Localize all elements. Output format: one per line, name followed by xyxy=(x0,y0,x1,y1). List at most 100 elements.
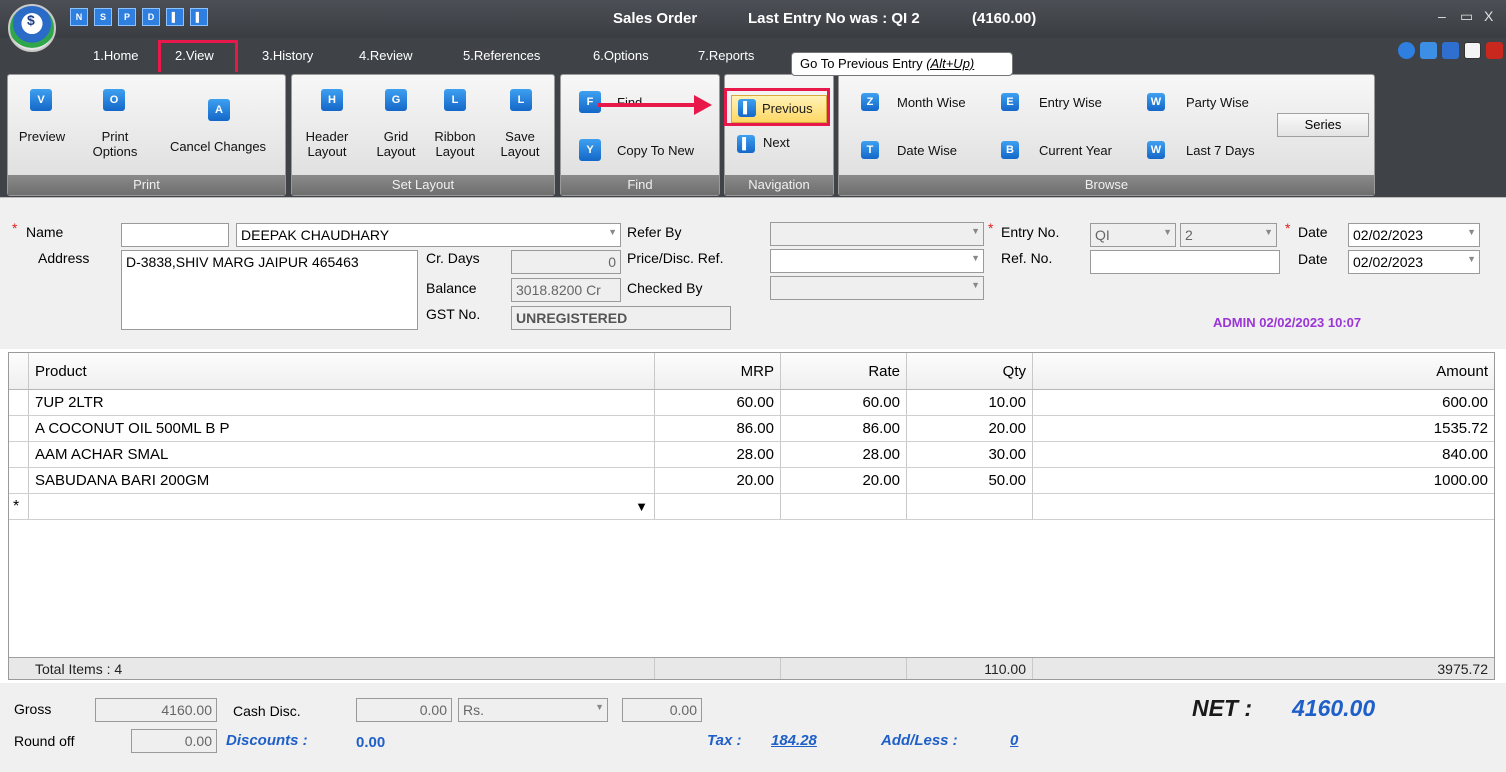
date-field[interactable]: 02/02/2023 ▼ xyxy=(1348,223,1480,247)
entry-wise-button[interactable]: Entry Wise xyxy=(1039,95,1102,110)
minimize-button[interactable]: – xyxy=(1438,8,1446,24)
mrp-cell[interactable]: 60.00 xyxy=(655,390,781,415)
rate-cell[interactable]: 86.00 xyxy=(781,416,907,441)
product-cell[interactable]: A COCONUT OIL 500ML B P xyxy=(29,416,655,441)
product-cell[interactable]: AAM ACHAR SMAL xyxy=(29,442,655,467)
tab-home[interactable]: 1.Home xyxy=(93,48,139,63)
chevron-down-icon: ▼ xyxy=(1163,227,1172,237)
tab-history[interactable]: 3.History xyxy=(262,48,313,63)
calculator-icon[interactable] xyxy=(1420,42,1437,59)
qty-cell[interactable]: 10.00 xyxy=(907,390,1033,415)
checked-by-field[interactable]: ▼ xyxy=(770,276,984,300)
qty-cell[interactable]: 20.00 xyxy=(907,416,1033,441)
refer-by-field[interactable]: ▼ xyxy=(770,222,984,246)
current-year-button[interactable]: Current Year xyxy=(1039,143,1112,158)
quick-next-icon[interactable]: ▌ xyxy=(190,8,208,26)
save-layout-button[interactable]: Save Layout xyxy=(490,129,550,159)
amount-cell[interactable]: 840.00 xyxy=(1033,442,1494,467)
row-selector[interactable] xyxy=(9,416,29,441)
discounts-link[interactable]: Discounts : xyxy=(226,732,308,749)
party-wise-button[interactable]: Party Wise xyxy=(1186,95,1249,110)
chevron-down-icon: ▼ xyxy=(1467,227,1476,237)
copy-to-new-button[interactable]: Copy To New xyxy=(617,143,694,158)
tax-link[interactable]: 184.28 xyxy=(771,732,817,749)
chevron-down-icon: ▼ xyxy=(971,226,980,236)
quick-save-icon[interactable]: S xyxy=(94,8,112,26)
cr-days-field[interactable]: 0 xyxy=(511,250,621,274)
col-mrp[interactable]: MRP xyxy=(655,353,781,389)
new-qty-cell[interactable] xyxy=(907,494,1033,519)
mrp-cell[interactable]: 28.00 xyxy=(655,442,781,467)
grid-layout-line2: Layout xyxy=(376,144,416,159)
row-selector[interactable] xyxy=(9,390,29,415)
info-icon[interactable] xyxy=(1442,42,1459,59)
amount-cell[interactable]: 1000.00 xyxy=(1033,468,1494,493)
rate-cell[interactable]: 28.00 xyxy=(781,442,907,467)
row-selector[interactable] xyxy=(9,468,29,493)
new-rate-cell[interactable] xyxy=(781,494,907,519)
cancel-changes-button[interactable]: Cancel Changes xyxy=(158,139,278,154)
col-qty[interactable]: Qty xyxy=(907,353,1033,389)
month-wise-button[interactable]: Month Wise xyxy=(897,95,966,110)
last-7-days-button[interactable]: Last 7 Days xyxy=(1186,143,1255,158)
quick-new-icon[interactable]: N xyxy=(70,8,88,26)
quick-delete-icon[interactable]: D xyxy=(142,8,160,26)
grid-layout-button[interactable]: Grid Layout xyxy=(367,129,425,159)
document-icon[interactable] xyxy=(1464,42,1481,59)
col-rate[interactable]: Rate xyxy=(781,353,907,389)
date2-field[interactable]: 02/02/2023 ▼ xyxy=(1348,250,1480,274)
date-wise-button[interactable]: Date Wise xyxy=(897,143,957,158)
col-amount[interactable]: Amount xyxy=(1033,353,1494,389)
quick-print-icon[interactable]: P xyxy=(118,8,136,26)
qty-cell[interactable]: 30.00 xyxy=(907,442,1033,467)
product-cell[interactable]: SABUDANA BARI 200GM xyxy=(29,468,655,493)
table-row[interactable]: AAM ACHAR SMAL 28.00 28.00 30.00 840.00 xyxy=(9,442,1494,468)
new-product-cell[interactable]: ▼ xyxy=(29,494,655,519)
ribbon-layout-button[interactable]: Ribbon Layout xyxy=(425,129,485,159)
help-icon[interactable] xyxy=(1398,42,1415,59)
amount-cell[interactable]: 600.00 xyxy=(1033,390,1494,415)
round-off-field[interactable]: 0.00 xyxy=(131,729,217,753)
print-options-button[interactable]: Print Options xyxy=(86,129,144,159)
close-button[interactable]: X xyxy=(1484,8,1493,24)
series-button[interactable]: Series xyxy=(1277,113,1369,137)
ref-no-field[interactable] xyxy=(1090,250,1280,274)
tab-references[interactable]: 5.References xyxy=(463,48,540,63)
table-row[interactable]: A COCONUT OIL 500ML B P 86.00 86.00 20.0… xyxy=(9,416,1494,442)
party-code-field[interactable] xyxy=(121,223,229,247)
col-product[interactable]: Product xyxy=(29,353,655,389)
next-button[interactable]: Next xyxy=(763,135,790,150)
dropdown-arrow-icon[interactable]: ▼ xyxy=(635,494,648,519)
qty-cell[interactable]: 50.00 xyxy=(907,468,1033,493)
new-row[interactable]: * ▼ xyxy=(9,494,1494,520)
tab-reports[interactable]: 7.Reports xyxy=(698,48,754,63)
quick-prev-icon[interactable]: ▌ xyxy=(166,8,184,26)
entry-number-field[interactable]: 2 ▼ xyxy=(1180,223,1277,247)
rate-cell[interactable]: 20.00 xyxy=(781,468,907,493)
entry-series-field[interactable]: QI ▼ xyxy=(1090,223,1176,247)
rate-cell[interactable]: 60.00 xyxy=(781,390,907,415)
maximize-button[interactable]: ▭ xyxy=(1460,8,1473,25)
row-selector[interactable] xyxy=(9,442,29,467)
mrp-cell[interactable]: 20.00 xyxy=(655,468,781,493)
tab-options[interactable]: 6.Options xyxy=(593,48,649,63)
table-row[interactable]: 7UP 2LTR 60.00 60.00 10.00 600.00 xyxy=(9,390,1494,416)
add-less-link[interactable]: 0 xyxy=(1010,732,1018,749)
new-amount-cell[interactable] xyxy=(1033,494,1494,519)
address-field[interactable]: D-3838,SHIV MARG JAIPUR 465463 xyxy=(121,250,418,330)
app-logo[interactable]: $ xyxy=(8,4,56,52)
address-label: Address xyxy=(38,250,90,266)
party-name-field[interactable]: DEEPAK CHAUDHARY ▼ xyxy=(236,223,621,247)
table-row[interactable]: SABUDANA BARI 200GM 20.00 20.00 50.00 10… xyxy=(9,468,1494,494)
tab-review[interactable]: 4.Review xyxy=(359,48,412,63)
exit-icon[interactable] xyxy=(1486,42,1503,59)
amount-cell[interactable]: 1535.72 xyxy=(1033,416,1494,441)
preview-button[interactable]: Preview xyxy=(14,129,70,144)
product-cell[interactable]: 7UP 2LTR xyxy=(29,390,655,415)
price-disc-ref-field[interactable]: ▼ xyxy=(770,249,984,273)
cash-disc-unit-select[interactable]: Rs. ▼ xyxy=(458,698,608,722)
header-layout-button[interactable]: Header Layout xyxy=(298,129,356,159)
new-mrp-cell[interactable] xyxy=(655,494,781,519)
cash-disc-field[interactable]: 0.00 xyxy=(356,698,452,722)
mrp-cell[interactable]: 86.00 xyxy=(655,416,781,441)
